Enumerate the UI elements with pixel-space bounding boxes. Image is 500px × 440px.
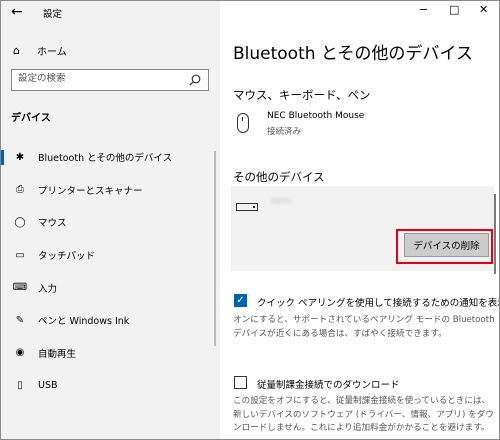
sidebar-item-touchpad[interactable]: ▭ タッチパッド <box>1 239 220 272</box>
close-icon[interactable]: ✕ <box>479 3 488 16</box>
swift-pair-checkbox[interactable]: ✓ <box>234 294 247 307</box>
home-label: ホーム <box>37 47 67 58</box>
sidebar-item-pen[interactable]: ✎ ペンと Windows Ink <box>1 304 220 337</box>
search-icon[interactable] <box>188 73 202 87</box>
minimize-icon[interactable]: − <box>419 3 428 16</box>
touchpad-icon: ▭ <box>15 249 25 261</box>
settings-search-box[interactable] <box>11 69 209 91</box>
search-input[interactable] <box>18 73 183 84</box>
sidebar-item-label: プリンターとスキャナー <box>38 185 143 197</box>
usb-icon: ▯ <box>17 379 23 391</box>
sidebar-nav: ✱ Bluetooth とその他のデバイス ⎙ プリンターとスキャナー ◯ マウ… <box>1 141 220 402</box>
sidebar-scrollbar[interactable] <box>214 151 216 346</box>
mouse-section-heading: マウス、キーボード、ペン <box>233 88 371 102</box>
metered-download-checkbox[interactable] <box>234 376 247 389</box>
sidebar-item-label: タッチパッド <box>38 251 96 263</box>
sidebar-item-label: ペンと Windows Ink <box>38 316 130 328</box>
sidebar-item-usb[interactable]: ▯ USB <box>1 369 220 402</box>
sidebar-item-printers[interactable]: ⎙ プリンターとスキャナー <box>1 174 220 207</box>
other-device-name: MRM <box>271 197 291 206</box>
sidebar-item-autoplay[interactable]: ◉ 自動再生 <box>1 337 220 370</box>
pen-icon: ✎ <box>15 314 25 326</box>
metered-download-label[interactable]: 従量制課金接続でのダウンロード <box>257 377 400 391</box>
sidebar-item-label: マウス <box>38 218 67 230</box>
sidebar-item-bluetooth[interactable]: ✱ Bluetooth とその他のデバイス <box>1 141 220 174</box>
swift-pair-label[interactable]: クイック ペアリングを使用して接続するための通知を表示する <box>257 295 499 309</box>
settings-window: ← 設定 ⌂ ホーム デバイス ✱ Bluetooth とその他のデバイス ⎙ … <box>0 0 500 440</box>
other-device-card[interactable]: MRM デバイスの削除 <box>231 186 494 271</box>
remove-device-button[interactable]: デバイスの削除 <box>404 233 489 257</box>
sidebar-item-label: USB <box>38 379 58 391</box>
sidebar: ← 設定 ⌂ ホーム デバイス ✱ Bluetooth とその他のデバイス ⎙ … <box>1 1 220 439</box>
swift-pair-description: オンにすると、サポートされているペアリング モードの Bluetooth デバイ… <box>233 315 495 339</box>
other-devices-heading: その他のデバイス <box>233 170 325 184</box>
sidebar-item-label: 自動再生 <box>38 348 77 360</box>
main-scrollbar[interactable] <box>494 194 496 274</box>
sidebar-section-label: デバイス <box>11 113 51 124</box>
home-link[interactable]: ⌂ ホーム <box>13 43 67 58</box>
metered-download-description: この設定をオフにすると、従量制課金接続を使っているときには、新しいデバイスのソフ… <box>233 396 494 434</box>
mouse-device-name[interactable]: NEC Bluetooth Mouse <box>267 111 364 121</box>
autoplay-icon: ◉ <box>15 347 25 359</box>
keyboard-icon: ⌨ <box>12 282 28 294</box>
sidebar-item-label: 入力 <box>38 283 58 295</box>
main-content: − □ ✕ Bluetooth とその他のデバイス マウス、キーボード、ペン N… <box>220 1 499 439</box>
sidebar-item-label: Bluetooth とその他のデバイス <box>38 153 173 165</box>
home-icon: ⌂ <box>13 44 20 57</box>
mouse-device-status: 接続済み <box>267 127 302 137</box>
bluetooth-icon: ✱ <box>15 151 25 163</box>
checkmark-icon: ✓ <box>236 295 245 306</box>
page-title: Bluetooth とその他のデバイス <box>233 44 473 64</box>
printer-icon: ⎙ <box>16 184 24 196</box>
device-icon <box>236 203 258 211</box>
back-arrow-icon[interactable]: ← <box>11 4 23 20</box>
maximize-icon[interactable]: □ <box>449 3 459 16</box>
window-title: 設定 <box>43 9 63 20</box>
mouse-device-icon <box>237 113 249 133</box>
sidebar-item-mouse[interactable]: ◯ マウス <box>1 206 220 239</box>
mouse-icon: ◯ <box>14 216 26 228</box>
sidebar-item-input[interactable]: ⌨ 入力 <box>1 271 220 304</box>
